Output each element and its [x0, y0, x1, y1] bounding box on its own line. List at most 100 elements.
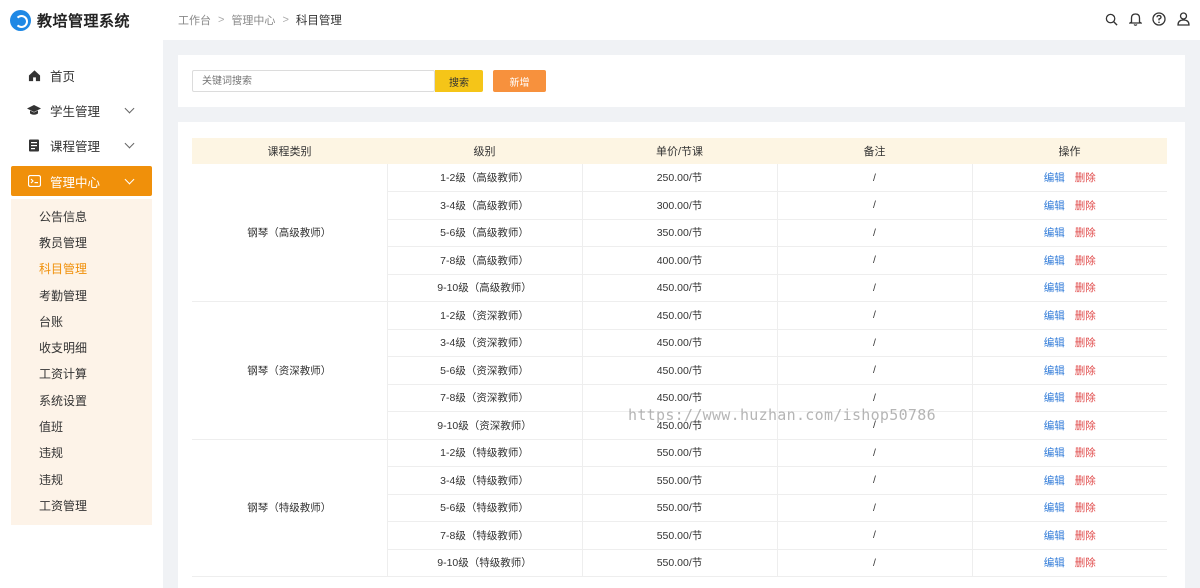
submenu-item-teachers[interactable]: 教员管理: [11, 229, 152, 255]
add-button[interactable]: 新增: [493, 70, 546, 92]
edit-button[interactable]: 编辑: [1044, 227, 1065, 239]
edit-button[interactable]: 编辑: [1044, 255, 1065, 267]
edit-button[interactable]: 编辑: [1044, 557, 1065, 569]
delete-button[interactable]: 删除: [1075, 172, 1096, 184]
submenu-item-salary-management[interactable]: 工资管理: [11, 492, 152, 518]
delete-button[interactable]: 删除: [1075, 557, 1096, 569]
logo[interactable]: 教培管理系统: [0, 0, 163, 40]
price-cell: 250.00/节: [582, 164, 778, 192]
breadcrumb-item[interactable]: 管理中心: [231, 12, 275, 28]
actions-cell: 编辑 删除: [972, 384, 1167, 412]
chevron-right-icon: >: [218, 14, 225, 26]
actions-cell: 编辑 删除: [972, 521, 1167, 550]
note-cell: /: [777, 439, 973, 467]
document-icon: [27, 139, 41, 153]
level-cell: 3-4级（资深教师）: [387, 329, 583, 357]
sidebar-item-students[interactable]: 学生管理: [0, 93, 163, 128]
sidebar-item-home[interactable]: 首页: [0, 58, 163, 93]
category-cell: 钢琴（资深教师）: [192, 301, 388, 440]
edit-button[interactable]: 编辑: [1044, 502, 1065, 514]
graduation-cap-icon: [27, 104, 41, 118]
delete-button[interactable]: 删除: [1075, 337, 1096, 349]
table-body: 钢琴（高级教师） 1-2级（高级教师） 250.00/节 / 编辑 删除 3-4级（高级教师…: [192, 164, 1167, 577]
column-header: 课程类别: [192, 138, 387, 164]
note-cell: /: [777, 219, 973, 247]
note-cell: /: [777, 301, 973, 330]
table-row: 钢琴（特级教师） 1-2级（特级教师） 550.00/节 / 编辑 删除: [192, 439, 1167, 577]
edit-button[interactable]: 编辑: [1044, 475, 1065, 487]
search-input[interactable]: [192, 70, 435, 92]
actions-cell: 编辑 删除: [972, 164, 1167, 192]
breadcrumb-item[interactable]: 工作台: [178, 12, 211, 28]
delete-button[interactable]: 删除: [1075, 282, 1096, 294]
sidebar-item-management[interactable]: 管理中心: [11, 166, 152, 196]
delete-button[interactable]: 删除: [1075, 420, 1096, 432]
edit-button[interactable]: 编辑: [1044, 172, 1065, 184]
submenu-item-violations[interactable]: 违规: [11, 440, 152, 466]
delete-button[interactable]: 删除: [1075, 475, 1096, 487]
sidebar-item-label: 课程管理: [50, 140, 101, 154]
price-cell: 400.00/节: [582, 246, 778, 275]
chevron-down-icon: [124, 138, 135, 149]
submenu-item-income-expense[interactable]: 收支明细: [11, 334, 152, 360]
actions-cell: 编辑 删除: [972, 246, 1167, 275]
header: 工作台 > 管理中心 > 科目管理: [163, 0, 1200, 40]
sidebar: 教培管理系统 首页 学生管理 课程管理 管理中心 公告信息 教员管理 科目管理 …: [0, 0, 163, 588]
price-cell: 550.00/节: [582, 439, 778, 467]
price-cell: 550.00/节: [582, 466, 778, 495]
search-icon[interactable]: [1104, 12, 1118, 26]
delete-button[interactable]: 删除: [1075, 530, 1096, 542]
submenu-item-subjects[interactable]: 科目管理: [11, 256, 152, 282]
column-header: 操作: [972, 138, 1167, 164]
delete-button[interactable]: 删除: [1075, 227, 1096, 239]
user-icon[interactable]: [1176, 12, 1190, 26]
chevron-right-icon: >: [282, 14, 289, 26]
delete-button[interactable]: 删除: [1075, 392, 1096, 404]
delete-button[interactable]: 删除: [1075, 255, 1096, 267]
edit-button[interactable]: 编辑: [1044, 530, 1065, 542]
level-cell: 5-6级（特级教师）: [387, 494, 583, 522]
edit-button[interactable]: 编辑: [1044, 420, 1065, 432]
submenu-item-attendance[interactable]: 考勤管理: [11, 282, 152, 308]
management-icon: [27, 174, 41, 188]
note-cell: /: [777, 494, 973, 522]
price-cell: 550.00/节: [582, 549, 778, 577]
note-cell: /: [777, 274, 973, 302]
price-cell: 450.00/节: [582, 274, 778, 302]
submenu-item-duty[interactable]: 值班: [11, 413, 152, 439]
submenu-item-settings[interactable]: 系统设置: [11, 387, 152, 413]
level-cell: 9-10级（资深教师）: [387, 411, 583, 440]
level-cell: 9-10级（特级教师）: [387, 549, 583, 577]
edit-button[interactable]: 编辑: [1044, 337, 1065, 349]
price-cell: 450.00/节: [582, 384, 778, 412]
help-icon[interactable]: [1152, 12, 1166, 26]
level-cell: 7-8级（高级教师）: [387, 246, 583, 275]
submenu-item-violations-2[interactable]: 违规: [11, 466, 152, 492]
submenu-item-ledger[interactable]: 台账: [11, 308, 152, 334]
column-header: 备注: [777, 138, 972, 164]
delete-button[interactable]: 删除: [1075, 365, 1096, 377]
submenu-item-salary-calc[interactable]: 工资计算: [11, 361, 152, 387]
search-button[interactable]: 搜索: [435, 70, 483, 92]
submenu-item-announcements[interactable]: 公告信息: [11, 203, 152, 229]
delete-button[interactable]: 删除: [1075, 310, 1096, 322]
delete-button[interactable]: 删除: [1075, 447, 1096, 459]
delete-button[interactable]: 删除: [1075, 200, 1096, 212]
actions-cell: 编辑 删除: [972, 301, 1167, 330]
level-cell: 5-6级（资深教师）: [387, 356, 583, 385]
logo-icon: [10, 9, 31, 31]
price-cell: 350.00/节: [582, 219, 778, 247]
edit-button[interactable]: 编辑: [1044, 310, 1065, 322]
bell-icon[interactable]: [1128, 12, 1142, 26]
sidebar-item-courses[interactable]: 课程管理: [0, 128, 163, 163]
note-cell: /: [777, 164, 973, 192]
subjects-table: 课程类别 级别 单价/节课 备注 操作 钢琴（高级教师） 1-2级（高级教师） 25…: [192, 138, 1167, 577]
edit-button[interactable]: 编辑: [1044, 200, 1065, 212]
edit-button[interactable]: 编辑: [1044, 365, 1065, 377]
edit-button[interactable]: 编辑: [1044, 392, 1065, 404]
actions-cell: 编辑 删除: [972, 439, 1167, 467]
level-cell: 1-2级（特级教师）: [387, 439, 583, 467]
edit-button[interactable]: 编辑: [1044, 447, 1065, 459]
edit-button[interactable]: 编辑: [1044, 282, 1065, 294]
delete-button[interactable]: 删除: [1075, 502, 1096, 514]
